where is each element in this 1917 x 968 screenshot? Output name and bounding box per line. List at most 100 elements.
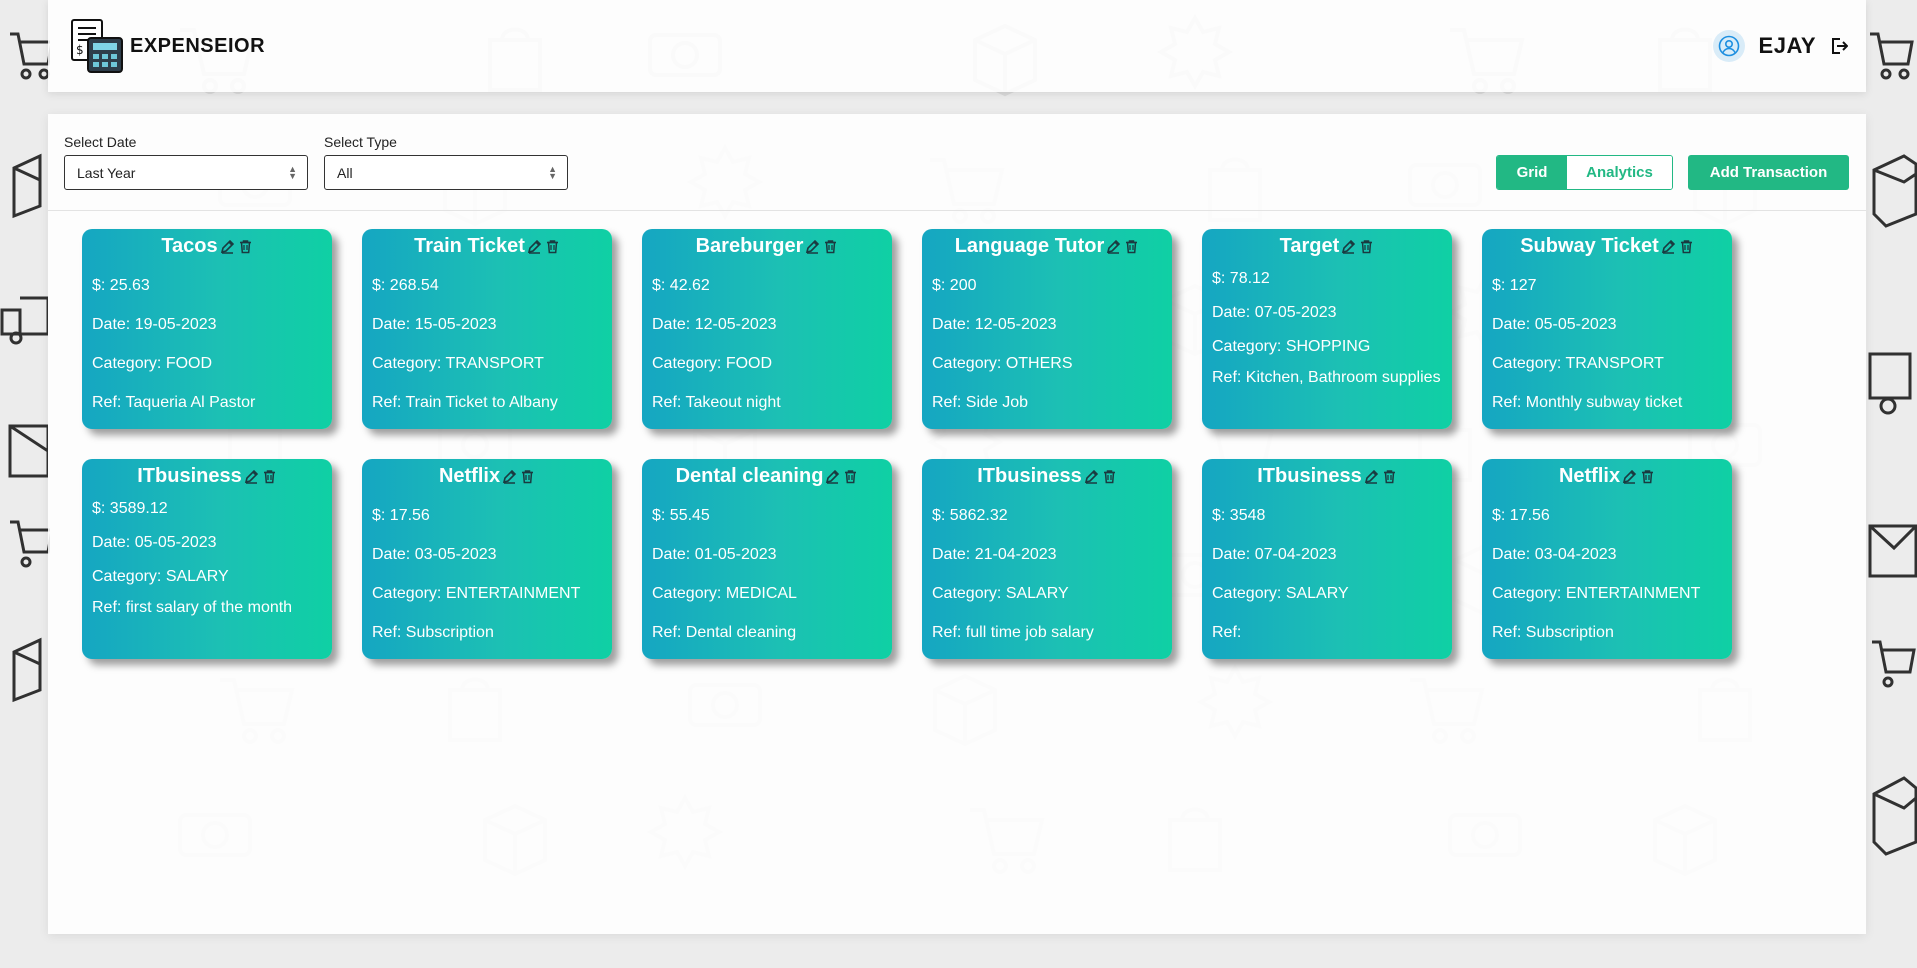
- delete-button[interactable]: [1102, 469, 1117, 484]
- pencil-icon: [1661, 239, 1675, 254]
- edit-button[interactable]: [220, 239, 235, 254]
- delivery-truck-icon: [1868, 352, 1912, 415]
- card-date: Date: 05-05-2023: [92, 534, 217, 551]
- card-ref: Ref:: [1212, 624, 1242, 641]
- divider: [48, 210, 1866, 211]
- transaction-card[interactable]: Netflix $: 17.56 Date: 03-04-2023 Catego…: [1482, 459, 1732, 659]
- card-actions: [1106, 239, 1139, 254]
- transaction-card[interactable]: Netflix $: 17.56 Date: 03-05-2023 Catego…: [362, 459, 612, 659]
- user-avatar[interactable]: [1712, 30, 1745, 62]
- card-actions: [220, 239, 253, 254]
- trash-icon: [825, 239, 837, 253]
- shopping-cart-icon: [10, 32, 50, 80]
- pencil-icon: [1622, 469, 1637, 484]
- trash-icon: [1642, 469, 1654, 483]
- date-select[interactable]: Last Year ▲ ▼: [64, 155, 308, 190]
- top-navbar: $ EXPENSEIOR EJAY: [48, 0, 1866, 92]
- card-category: Category: OTHERS: [932, 355, 1073, 372]
- edit-button[interactable]: [1106, 239, 1121, 254]
- edit-button[interactable]: [502, 469, 517, 484]
- edit-button[interactable]: [244, 469, 259, 484]
- pencil-icon: [1084, 469, 1098, 484]
- delete-button[interactable]: [1679, 239, 1694, 254]
- card-ref: Ref: Takeout night: [652, 394, 781, 411]
- app-title: EXPENSEIOR: [130, 34, 266, 57]
- box-icon: [12, 637, 42, 703]
- card-ref: Ref: Subscription: [372, 624, 494, 641]
- card-header: Target: [1212, 233, 1442, 259]
- card-header: Bareburger: [652, 233, 882, 259]
- card-header: ITbusiness: [1212, 463, 1442, 489]
- grid-view-button[interactable]: Grid: [1497, 156, 1567, 189]
- card-header: Tacos: [92, 233, 322, 259]
- edit-button[interactable]: [805, 239, 820, 254]
- logout-button[interactable]: [1830, 37, 1848, 55]
- card-category: Category: SHOPPING: [1212, 338, 1371, 355]
- card-date: Date: 12-05-2023: [932, 316, 1057, 333]
- card-amount: $: 268.54: [372, 277, 439, 294]
- pencil-icon: [806, 239, 820, 254]
- delete-button[interactable]: [238, 239, 253, 254]
- add-transaction-button[interactable]: Add Transaction: [1688, 155, 1849, 190]
- trash-icon: [522, 469, 534, 483]
- card-title: Subway Ticket: [1520, 234, 1659, 257]
- pencil-icon: [1107, 239, 1121, 254]
- type-select[interactable]: All ▲ ▼: [324, 155, 568, 190]
- card-category: Category: SALARY: [92, 568, 229, 585]
- trash-icon: [1383, 469, 1395, 483]
- edit-button[interactable]: [527, 239, 542, 254]
- pencil-icon: [1364, 469, 1378, 484]
- card-header: Language Tutor: [932, 233, 1162, 259]
- card-actions: [244, 469, 277, 484]
- card-title: Target: [1279, 234, 1340, 257]
- card-actions: [502, 469, 535, 484]
- transaction-card[interactable]: Subway Ticket $: 127 Date: 05-05-2023 Ca…: [1482, 229, 1732, 429]
- card-amount: $: 17.56: [1492, 507, 1550, 524]
- transaction-card[interactable]: Train Ticket $: 268.54 Date: 15-05-2023 …: [362, 229, 612, 429]
- edit-button[interactable]: [825, 469, 840, 484]
- card-actions: [1622, 469, 1655, 484]
- trash-icon: [546, 239, 558, 253]
- transaction-card[interactable]: Bareburger $: 42.62 Date: 12-05-2023 Cat…: [642, 229, 892, 429]
- edit-button[interactable]: [1364, 469, 1379, 484]
- edit-button[interactable]: [1661, 239, 1676, 254]
- transaction-card[interactable]: ITbusiness $: 5862.32 Date: 21-04-2023 C…: [922, 459, 1172, 659]
- edit-button[interactable]: [1341, 239, 1356, 254]
- delete-button[interactable]: [545, 239, 560, 254]
- edit-button[interactable]: [1622, 469, 1637, 484]
- card-date: Date: 19-05-2023: [92, 316, 217, 333]
- transaction-card[interactable]: ITbusiness $: 3589.12 Date: 05-05-2023 C…: [82, 459, 332, 659]
- delete-button[interactable]: [1640, 469, 1655, 484]
- card-actions: [1084, 469, 1117, 484]
- card-amount: $: 78.12: [1212, 270, 1270, 287]
- brand[interactable]: $ EXPENSEIOR: [68, 18, 265, 74]
- card-date: Date: 12-05-2023: [652, 316, 777, 333]
- delete-button[interactable]: [1124, 239, 1139, 254]
- card-amount: $: 55.45: [652, 507, 710, 524]
- delete-button[interactable]: [1359, 239, 1374, 254]
- trash-icon: [1361, 239, 1373, 253]
- delete-button[interactable]: [843, 469, 858, 484]
- edit-button[interactable]: [1084, 469, 1099, 484]
- delete-button[interactable]: [823, 239, 838, 254]
- delete-button[interactable]: [262, 469, 277, 484]
- card-date: Date: 07-05-2023: [1212, 304, 1337, 321]
- transaction-card[interactable]: Language Tutor $: 200 Date: 12-05-2023 C…: [922, 229, 1172, 429]
- user-name: EJAY: [1758, 33, 1816, 58]
- shopping-cart-icon: [1870, 32, 1914, 80]
- delete-button[interactable]: [520, 469, 535, 484]
- type-select-value: All: [337, 164, 353, 181]
- transaction-card[interactable]: ITbusiness $: 3548 Date: 07-04-2023 Cate…: [1202, 459, 1452, 659]
- card-actions: [1341, 239, 1374, 254]
- card-amount: $: 3589.12: [92, 500, 168, 517]
- logout-icon: [1832, 38, 1848, 54]
- analytics-view-button[interactable]: Analytics: [1567, 156, 1672, 189]
- box-icon: [1872, 154, 1917, 228]
- card-header: Train Ticket: [372, 233, 602, 259]
- delete-button[interactable]: [1382, 469, 1397, 484]
- trash-icon: [1680, 239, 1692, 253]
- card-category: Category: FOOD: [92, 355, 213, 372]
- transaction-card[interactable]: Tacos $: 25.63 Date: 19-05-2023 Category…: [82, 229, 332, 429]
- transaction-card[interactable]: Target $: 78.12 Date: 07-05-2023 Categor…: [1202, 229, 1452, 429]
- transaction-card[interactable]: Dental cleaning $: 55.45 Date: 01-05-202…: [642, 459, 892, 659]
